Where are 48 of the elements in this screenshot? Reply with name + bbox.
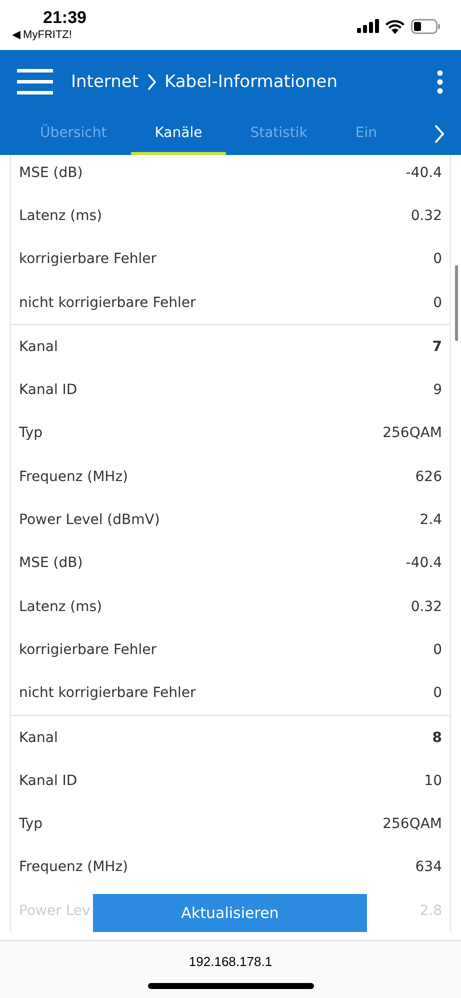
clock-time: 21:39 [43,8,86,28]
field-label: Typ [19,425,43,442]
field-label: Latenz (ms) [19,598,102,615]
field-value: 0 [433,685,442,702]
field-value: 10 [424,772,442,789]
menu-icon[interactable] [17,68,53,94]
field-label: Kanal [19,730,58,746]
field-label: MSE (dB) [19,555,83,572]
chevron-right-icon [146,72,157,90]
page-title: Kabel-Informationen [164,72,338,92]
field-label: Frequenz (MHz) [19,468,128,485]
field-label: Kanal [19,338,58,355]
field-label: Latenz (ms) [19,208,102,224]
field-value: 256QAM [382,425,442,442]
battery-icon [411,18,441,34]
field-value: 9 [433,382,442,398]
field-label: Power Level (dBmV) [19,512,160,528]
field-value: 0 [433,294,442,311]
wifi-icon [385,18,405,34]
back-to-app-link[interactable]: ◀ MyFRITZ! [12,28,72,43]
field-value: -40.4 [406,555,442,572]
field-value: 0.32 [410,598,442,615]
field-value: 0.32 [410,208,442,224]
breadcrumb-parent[interactable]: Internet [71,72,139,92]
field-value: 634 [415,859,442,876]
field-value: 0 [433,251,442,268]
field-label: MSE (dB) [19,164,83,181]
refresh-button[interactable]: Aktualisieren [93,894,367,932]
field-label: korrigierbare Fehler [19,251,156,268]
field-label: Kanal ID [19,772,78,789]
field-value: 2.4 [420,512,442,528]
field-label: korrigierbare Fehler [19,642,156,658]
field-label: Kanal ID [19,382,78,398]
field-value: 8 [432,730,442,746]
more-options-icon[interactable] [437,70,443,94]
field-value: 626 [415,468,442,485]
field-value: 256QAM [382,816,442,832]
field-value: 7 [432,338,442,355]
field-label: nicht korrigierbare Fehler [19,294,196,311]
field-value: -40.4 [406,164,442,181]
field-label: Typ [19,816,43,832]
signal-icon [357,19,379,33]
chevron-right-icon[interactable] [434,124,445,144]
field-label: Frequenz (MHz) [19,859,128,876]
field-value: 0 [433,642,442,658]
url-text[interactable]: 192.168.178.1 [188,954,272,969]
field-label: nicht korrigierbare Fehler [19,685,196,702]
tab[interactable]: Kanäle [130,113,226,155]
